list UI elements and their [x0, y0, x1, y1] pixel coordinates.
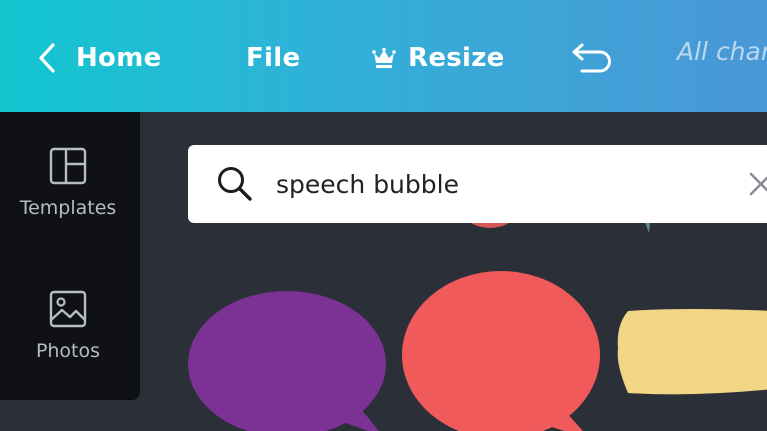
- save-status: All changes saved: [677, 37, 767, 66]
- templates-icon: [49, 147, 87, 185]
- sidebar-item-label: Templates: [19, 197, 117, 219]
- sidebar: Templates Photos: [0, 112, 140, 400]
- undo-button[interactable]: [570, 34, 614, 82]
- search-results: [140, 223, 767, 431]
- resize-label: Resize: [408, 43, 505, 73]
- file-menu-button[interactable]: File: [246, 34, 300, 82]
- crown-icon: [372, 47, 396, 69]
- resize-button[interactable]: Resize: [372, 34, 505, 82]
- search-bar: [188, 145, 767, 223]
- file-label: File: [246, 43, 301, 73]
- photos-icon: [49, 290, 87, 328]
- search-result-partial[interactable]: [460, 223, 520, 229]
- home-button[interactable]: Home: [38, 34, 162, 82]
- sidebar-item-templates[interactable]: Templates: [0, 147, 136, 219]
- sidebar-item-photos[interactable]: Photos: [0, 290, 136, 362]
- chevron-left-icon: [38, 42, 56, 74]
- speech-bubble-purple[interactable]: [188, 291, 388, 431]
- search-input[interactable]: [276, 164, 696, 204]
- search-icon: [216, 165, 254, 203]
- top-bar: Home File Resize All changes saved: [0, 0, 767, 112]
- speech-bubble-yellow[interactable]: [614, 305, 767, 405]
- search-result-partial[interactable]: [637, 223, 663, 237]
- speech-bubble-red[interactable]: [402, 271, 612, 431]
- close-icon[interactable]: [748, 171, 767, 197]
- sidebar-item-label: Photos: [35, 340, 101, 362]
- undo-icon: [570, 41, 614, 75]
- home-label: Home: [76, 43, 162, 73]
